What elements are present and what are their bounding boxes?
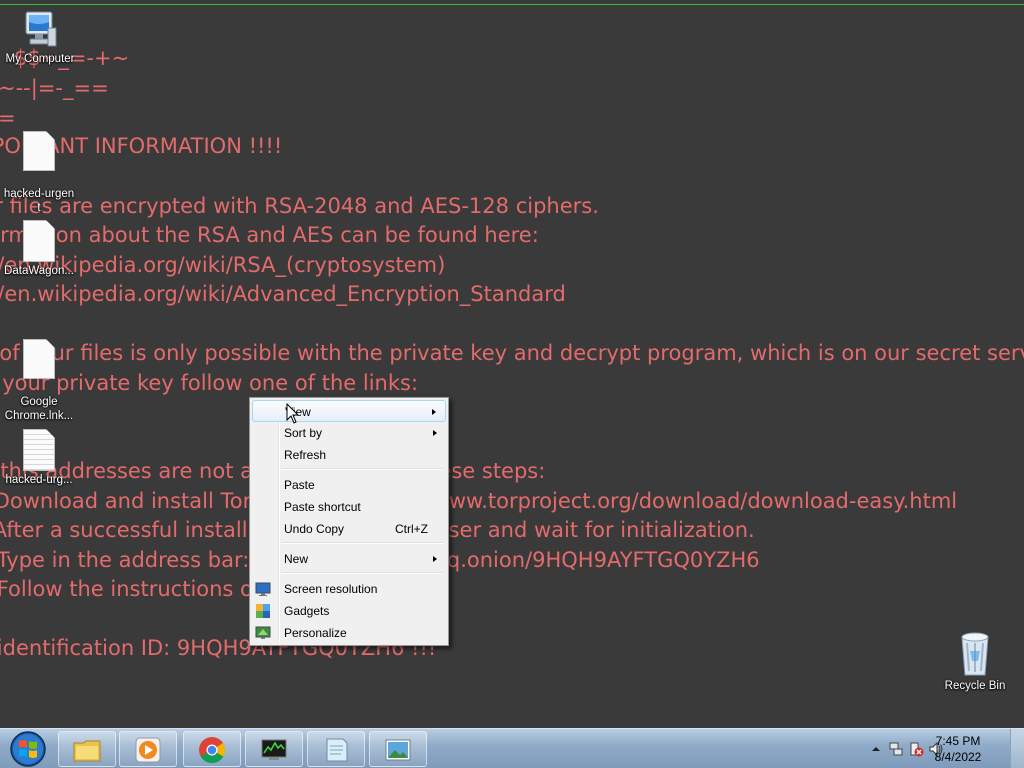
menu-separator — [282, 572, 444, 574]
folder-icon — [73, 740, 101, 762]
desktop-icon-label: hacked-urg... — [5, 474, 73, 486]
show-desktop-button[interactable] — [1010, 729, 1024, 768]
text-file-icon — [23, 131, 55, 171]
menu-item-sort-by[interactable]: Sort by — [252, 422, 446, 444]
menu-item-refresh[interactable]: Refresh — [252, 444, 446, 466]
computer-icon — [25, 11, 57, 47]
taskbar-explorer-button[interactable] — [58, 731, 116, 767]
desktop-icon-hacked-urgent[interactable]: hacked-urgen t — [0, 117, 79, 215]
personalize-icon — [255, 626, 271, 639]
menu-item-label: Undo Copy — [284, 522, 345, 536]
network-icon[interactable] — [888, 741, 904, 757]
desktop-icon-my-computer[interactable]: My Computer — [0, 10, 80, 66]
image-viewer-icon — [385, 739, 411, 761]
clock-time: 7:45 PM — [935, 734, 981, 748]
menu-item-new[interactable]: New — [252, 548, 446, 570]
taskbar-notepad-button[interactable] — [307, 731, 365, 767]
menu-item-label: Gadgets — [284, 604, 330, 618]
submenu-arrow-icon — [433, 430, 437, 436]
desktop-icon-recycle-bin[interactable]: Recycle Bin — [935, 631, 1015, 693]
menu-item-screen-resolution[interactable]: Screen resolution — [252, 578, 446, 600]
menu-item-paste[interactable]: Paste — [252, 474, 446, 496]
menu-item-paste-shortcut[interactable]: Paste shortcut — [252, 496, 446, 518]
recycle-bin-icon — [961, 632, 989, 676]
menu-item-label: Screen resolution — [284, 582, 378, 596]
menu-item-label: Refresh — [284, 448, 327, 462]
taskbar-chrome-button[interactable] — [183, 731, 241, 767]
menu-separator — [282, 468, 444, 470]
chrome-icon — [199, 737, 226, 764]
taskbar-media-player-button[interactable] — [119, 731, 177, 767]
menu-item-label: Paste — [284, 478, 315, 492]
menu-item-label: Paste shortcut — [284, 500, 361, 514]
menu-item-undo-copy[interactable]: Undo Copy Ctrl+Z — [252, 518, 446, 540]
menu-item-label: Sort by — [284, 426, 323, 440]
task-manager-icon — [261, 739, 287, 760]
desktop-icon-label: My Computer — [5, 53, 75, 65]
action-center-icon[interactable] — [908, 741, 924, 757]
wallpaper-ransom-note: $$~_=-+~ ~--|=-_== = !!!! IMPORTANT INFO… — [0, 0, 1024, 728]
monitor-icon — [255, 582, 271, 596]
desktop-icon-datawagon[interactable]: DataWagon... — [0, 220, 79, 278]
desktop-icon-label: DataWagon... — [4, 265, 74, 277]
taskbar: 7:45 PM 8/4/2022 — [0, 728, 1024, 768]
menu-item-gadgets[interactable]: Gadgets — [252, 600, 446, 622]
notepad-icon — [326, 738, 348, 762]
desktop-icon-hacked-urgent-2[interactable]: hacked-urg... — [0, 429, 79, 487]
note-line: More information about the RSA and AES c… — [0, 223, 539, 247]
menu-item-shortcut: Ctrl+Z — [395, 522, 428, 536]
desktop-icon-label: Google Chrome.lnk... — [4, 396, 74, 422]
desktop-context-menu: View Sort by Refresh Paste Paste shortcu… — [249, 397, 449, 646]
note-line: 1. Download and install Tor Browser: htt… — [0, 489, 958, 513]
taskbar-clock[interactable]: 7:45 PM 8/4/2022 — [928, 733, 988, 765]
note-line: ~--|=-_== — [0, 76, 109, 100]
taskbar-task-manager-button[interactable] — [245, 731, 303, 767]
note-line: Decrypting of your files is only possibl… — [0, 341, 1024, 365]
media-player-icon — [135, 737, 161, 763]
note-line: Your files are encrypted with RSA-2048 a… — [0, 194, 599, 218]
submenu-arrow-icon — [432, 409, 436, 415]
menu-separator — [282, 542, 444, 544]
gadgets-icon — [256, 604, 270, 618]
mouse-cursor-icon — [286, 403, 300, 424]
desktop-icon-label: Recycle Bin — [944, 680, 1006, 692]
clock-date: 8/4/2022 — [934, 750, 982, 764]
desktop-icon-label: hacked-urgen t — [3, 188, 75, 214]
menu-item-label: Personalize — [284, 626, 347, 640]
file-icon — [23, 339, 55, 379]
menu-item-view[interactable]: View — [252, 400, 446, 422]
submenu-arrow-icon — [433, 556, 437, 562]
file-icon — [23, 220, 55, 262]
taskbar-image-viewer-button[interactable] — [369, 731, 427, 767]
menu-item-label: New — [284, 552, 309, 566]
desktop-icon-google-chrome-lnk[interactable]: Google Chrome.lnk... — [0, 325, 79, 423]
start-button[interactable] — [4, 730, 52, 768]
show-hidden-icons-icon[interactable] — [868, 741, 884, 757]
menu-item-personalize[interactable]: Personalize — [252, 622, 446, 644]
text-file-icon — [23, 429, 55, 471]
note-line: http://en.wikipedia.org/wiki/Advanced_En… — [0, 282, 566, 306]
system-tray: 7:45 PM 8/4/2022 — [824, 729, 1024, 768]
